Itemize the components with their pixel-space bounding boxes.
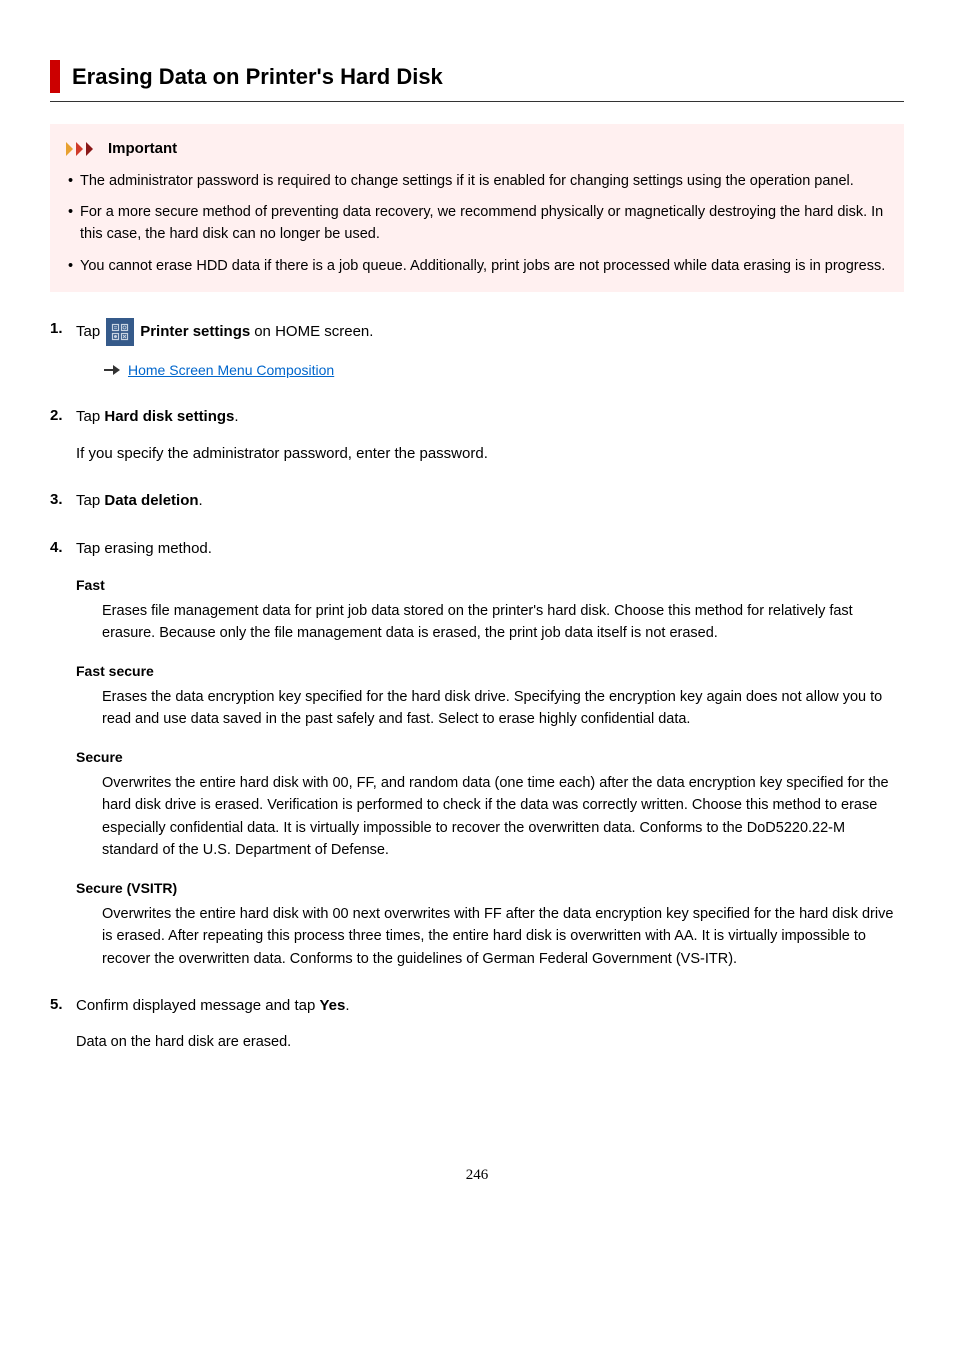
step-2-text: Tap Hard disk settings.: [76, 405, 904, 429]
method-fastsecure-desc: Erases the data encryption key specified…: [102, 686, 904, 731]
page-title-block: Erasing Data on Printer's Hard Disk: [50, 60, 904, 93]
important-list: The administrator password is required t…: [66, 171, 888, 278]
step-2: Tap Hard disk settings. If you specify t…: [50, 405, 904, 466]
step-3-text: Tap Data deletion.: [76, 489, 904, 513]
step-3-post: .: [199, 492, 203, 509]
step-2-post: .: [234, 408, 238, 425]
step-3-bold: Data deletion: [104, 492, 198, 509]
method-secure-desc: Overwrites the entire hard disk with 00,…: [102, 772, 904, 862]
step-4: Tap erasing method. Fast Erases file man…: [50, 537, 904, 970]
arrow-right-icon: [104, 364, 120, 376]
step-5-post: .: [345, 997, 349, 1014]
step-2-pre: Tap: [76, 408, 104, 425]
step-5-pre: Confirm displayed message and tap: [76, 997, 319, 1014]
chevron-right-icon: [66, 142, 102, 156]
method-fast-name: Fast: [76, 575, 904, 596]
step-4-text: Tap erasing method.: [76, 537, 904, 561]
methods-block: Fast Erases file management data for pri…: [76, 575, 904, 970]
method-securevsitr-desc: Overwrites the entire hard disk with 00 …: [102, 903, 904, 970]
step-2-note: If you specify the administrator passwor…: [76, 443, 904, 466]
method-fastsecure-name: Fast secure: [76, 661, 904, 682]
step-1-link-row: Home Screen Menu Composition: [104, 360, 904, 381]
method-fast-desc: Erases file management data for print jo…: [102, 600, 904, 645]
step-2-bold: Hard disk settings: [104, 408, 234, 425]
step-1-post: on HOME screen.: [254, 318, 373, 346]
steps-list: Tap Printer settings on HOME screen.: [50, 318, 904, 1054]
important-item: You cannot erase HDD data if there is a …: [66, 256, 888, 278]
step-1-text: Tap Printer settings on HOME screen.: [76, 318, 904, 346]
step-1-bold: Printer settings: [140, 318, 250, 346]
step-1: Tap Printer settings on HOME screen.: [50, 318, 904, 381]
step-5-result: Data on the hard disk are erased.: [76, 1032, 904, 1054]
home-screen-link[interactable]: Home Screen Menu Composition: [128, 360, 334, 381]
page-number: 246: [50, 1164, 904, 1187]
important-item: The administrator password is required t…: [66, 171, 888, 193]
title-underline: [50, 101, 904, 102]
step-1-pre: Tap: [76, 318, 100, 346]
important-box: Important The administrator password is …: [50, 124, 904, 292]
step-3-pre: Tap: [76, 492, 104, 509]
method-secure-name: Secure: [76, 747, 904, 768]
step-3: Tap Data deletion.: [50, 489, 904, 513]
important-item: For a more secure method of preventing d…: [66, 202, 888, 246]
important-header: Important: [66, 138, 888, 161]
step-5-bold: Yes: [319, 997, 345, 1014]
method-securevsitr-name: Secure (VSITR): [76, 878, 904, 899]
printer-settings-icon: [106, 318, 134, 346]
step-5: Confirm displayed message and tap Yes. D…: [50, 994, 904, 1054]
page-title: Erasing Data on Printer's Hard Disk: [72, 60, 904, 93]
step-5-text: Confirm displayed message and tap Yes.: [76, 994, 904, 1018]
important-label: Important: [108, 138, 177, 161]
